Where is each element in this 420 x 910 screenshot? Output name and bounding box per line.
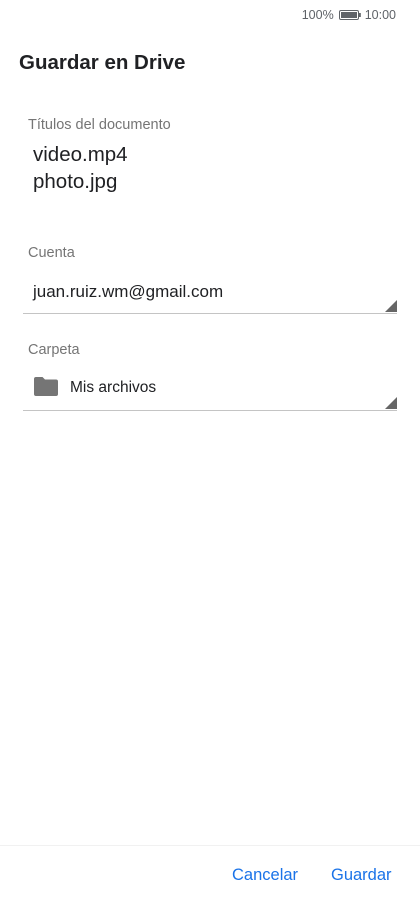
status-bar: 100% 10:00 <box>0 0 420 30</box>
document-titles-list: video.mp4 photo.jpg <box>33 141 128 195</box>
account-dropdown[interactable]: juan.ruiz.wm@gmail.com <box>23 276 397 314</box>
cancel-button[interactable]: Cancelar <box>232 866 298 885</box>
document-title-item: video.mp4 <box>33 143 128 166</box>
document-title-item: photo.jpg <box>33 170 118 193</box>
battery-percent: 100% <box>301 8 334 22</box>
page-title: Guardar en Drive <box>19 51 186 74</box>
battery-icon <box>338 10 361 20</box>
dropdown-corner-icon <box>385 397 397 409</box>
account-label: Cuenta <box>28 245 75 261</box>
folder-value: Mis archivos <box>70 379 157 396</box>
dropdown-corner-icon <box>385 300 397 312</box>
account-value: juan.ruiz.wm@gmail.com <box>33 282 224 301</box>
action-bar-divider <box>0 845 420 846</box>
status-bar-right: 100% 10:00 <box>302 8 396 22</box>
folder-label: Carpeta <box>28 342 80 358</box>
folder-dropdown[interactable]: Mis archivos <box>23 371 397 411</box>
folder-icon <box>34 377 58 396</box>
clock: 10:00 <box>364 8 396 22</box>
save-button[interactable]: Guardar <box>331 866 392 885</box>
document-titles-label: Títulos del documento <box>28 117 171 133</box>
